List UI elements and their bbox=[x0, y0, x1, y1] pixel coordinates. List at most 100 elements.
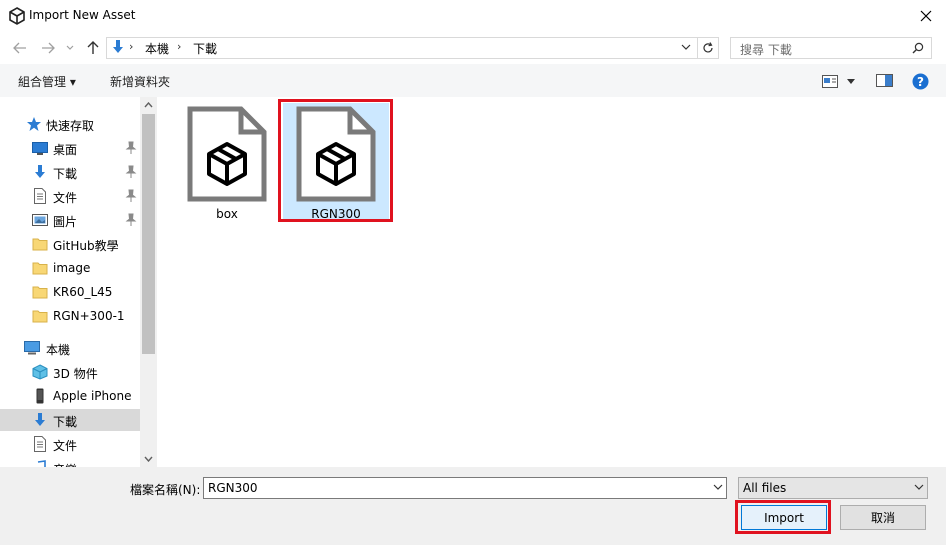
sidebar-item-label: 下載 bbox=[53, 415, 78, 429]
file-type-select[interactable]: All files bbox=[738, 477, 928, 499]
sidebar-item-rgn[interactable]: RGN+300-1 bbox=[0, 305, 140, 327]
file-type-value: All files bbox=[743, 481, 787, 495]
view-options-button[interactable] bbox=[822, 74, 858, 90]
folder-icon bbox=[32, 238, 48, 251]
sidebar-item-label: 快速存取 bbox=[46, 119, 95, 133]
sidebar-item-image[interactable]: image bbox=[0, 257, 140, 279]
folder-icon bbox=[32, 286, 48, 299]
back-arrow-icon bbox=[13, 42, 26, 54]
file-item-box[interactable]: box bbox=[174, 103, 280, 221]
file-list: box RGN300 bbox=[157, 97, 946, 467]
address-bar[interactable]: › 本機 › 下載 bbox=[106, 37, 698, 59]
forward-arrow-icon bbox=[42, 42, 55, 54]
highlight-box bbox=[278, 99, 393, 222]
new-folder-button[interactable]: 新增資料夾 bbox=[110, 73, 170, 90]
organize-menu[interactable]: 組合管理 ▾ bbox=[18, 73, 76, 90]
filename-label: 檔案名稱(N): bbox=[130, 483, 201, 497]
download-arrow-icon bbox=[35, 165, 45, 178]
scroll-down-icon[interactable] bbox=[144, 456, 153, 462]
sidebar-item-label: 本機 bbox=[46, 343, 71, 357]
sidebar-item-label: 圖片 bbox=[53, 215, 78, 229]
document-icon bbox=[34, 436, 46, 452]
desktop-icon bbox=[32, 142, 48, 155]
preview-pane-button[interactable] bbox=[876, 74, 894, 88]
sidebar-item-documents[interactable]: 文件 bbox=[0, 185, 140, 207]
star-icon bbox=[27, 117, 41, 131]
sidebar-item-label: KR60_L45 bbox=[53, 285, 113, 299]
sidebar-item-label: 桌面 bbox=[53, 143, 78, 157]
breadcrumb-downloads[interactable]: 下載 bbox=[193, 40, 217, 57]
chevron-down-icon[interactable] bbox=[713, 481, 723, 493]
recent-locations-button[interactable] bbox=[64, 40, 76, 56]
chevron-down-icon bbox=[847, 79, 855, 84]
window-title: Import New Asset bbox=[29, 8, 136, 22]
sidebar-item-github[interactable]: GitHub教學 bbox=[0, 233, 140, 255]
back-button[interactable] bbox=[12, 40, 28, 56]
filename-input[interactable]: RGN300 bbox=[203, 477, 727, 499]
unity-logo-icon bbox=[9, 7, 25, 25]
pin-icon bbox=[125, 165, 137, 178]
sidebar-item-label: Apple iPhone bbox=[53, 389, 132, 403]
file-name: box bbox=[216, 207, 238, 221]
sidebar-item-desktop[interactable]: 桌面 bbox=[0, 137, 140, 159]
breadcrumb-this-pc[interactable]: 本機 bbox=[145, 40, 169, 57]
download-arrow-icon bbox=[35, 413, 45, 426]
sidebar-item-quick-access[interactable]: 快速存取 bbox=[0, 113, 140, 135]
forward-button[interactable] bbox=[40, 40, 56, 56]
search-icon bbox=[912, 42, 924, 54]
sidebar-item-label: GitHub教學 bbox=[53, 239, 119, 253]
help-icon: ? bbox=[912, 73, 929, 90]
preview-pane-icon bbox=[876, 74, 893, 87]
view-icon bbox=[822, 75, 838, 88]
up-button[interactable] bbox=[85, 40, 101, 56]
music-icon bbox=[37, 460, 46, 467]
up-arrow-icon bbox=[87, 41, 99, 54]
sidebar-item-pictures[interactable]: 圖片 bbox=[0, 209, 140, 231]
download-arrow-icon bbox=[113, 40, 123, 53]
phone-icon bbox=[36, 388, 44, 404]
close-icon bbox=[920, 10, 932, 22]
folder-icon bbox=[32, 310, 48, 323]
3d-objects-icon bbox=[32, 364, 48, 380]
sidebar-item-label: 文件 bbox=[53, 191, 78, 205]
title-bar bbox=[0, 0, 946, 32]
refresh-button[interactable] bbox=[697, 37, 719, 59]
scroll-up-icon[interactable] bbox=[144, 102, 153, 108]
svg-text:?: ? bbox=[917, 75, 924, 89]
pin-icon bbox=[125, 189, 137, 202]
sidebar-item-pc-downloads[interactable]: 下載 bbox=[0, 409, 140, 431]
pin-icon bbox=[125, 213, 137, 226]
sidebar-item-downloads[interactable]: 下載 bbox=[0, 161, 140, 183]
search-placeholder: 搜尋 下載 bbox=[740, 43, 792, 57]
close-button[interactable] bbox=[912, 4, 940, 28]
chevron-down-icon[interactable] bbox=[681, 44, 691, 51]
navigation-pane: 快速存取 桌面 下載 文件 圖片 GitHub教學 image KR60_L45… bbox=[0, 97, 140, 467]
search-box[interactable]: 搜尋 下載 bbox=[730, 37, 932, 59]
sidebar-item-label: 下載 bbox=[53, 167, 78, 181]
folder-icon bbox=[32, 262, 48, 275]
document-icon bbox=[34, 188, 46, 204]
computer-icon bbox=[24, 341, 40, 355]
unity-asset-file-icon bbox=[187, 106, 267, 202]
breadcrumb-separator: › bbox=[177, 40, 182, 53]
sidebar-item-music[interactable]: 音樂 bbox=[0, 457, 140, 467]
chevron-down-icon bbox=[914, 484, 924, 490]
breadcrumb-separator: › bbox=[129, 40, 134, 53]
cancel-button[interactable]: 取消 bbox=[840, 505, 926, 530]
chevron-down-icon bbox=[66, 45, 74, 50]
sidebar-item-3d-objects[interactable]: 3D 物件 bbox=[0, 361, 140, 383]
help-button[interactable]: ? bbox=[912, 73, 930, 91]
pin-icon bbox=[125, 141, 137, 154]
filename-value: RGN300 bbox=[208, 481, 258, 495]
sidebar-item-label: RGN+300-1 bbox=[53, 309, 125, 323]
sidebar-scrollbar-thumb[interactable] bbox=[142, 114, 155, 354]
sidebar-item-kr60[interactable]: KR60_L45 bbox=[0, 281, 140, 303]
sidebar-item-label: 3D 物件 bbox=[53, 367, 98, 381]
pictures-icon bbox=[32, 214, 48, 226]
sidebar-item-label: 文件 bbox=[53, 439, 78, 453]
sidebar-item-apple-iphone[interactable]: Apple iPhone bbox=[0, 385, 140, 407]
sidebar-item-this-pc[interactable]: 本機 bbox=[0, 337, 140, 359]
sidebar-item-label: image bbox=[53, 261, 91, 275]
sidebar-item-pc-documents[interactable]: 文件 bbox=[0, 433, 140, 455]
refresh-icon bbox=[703, 42, 713, 53]
